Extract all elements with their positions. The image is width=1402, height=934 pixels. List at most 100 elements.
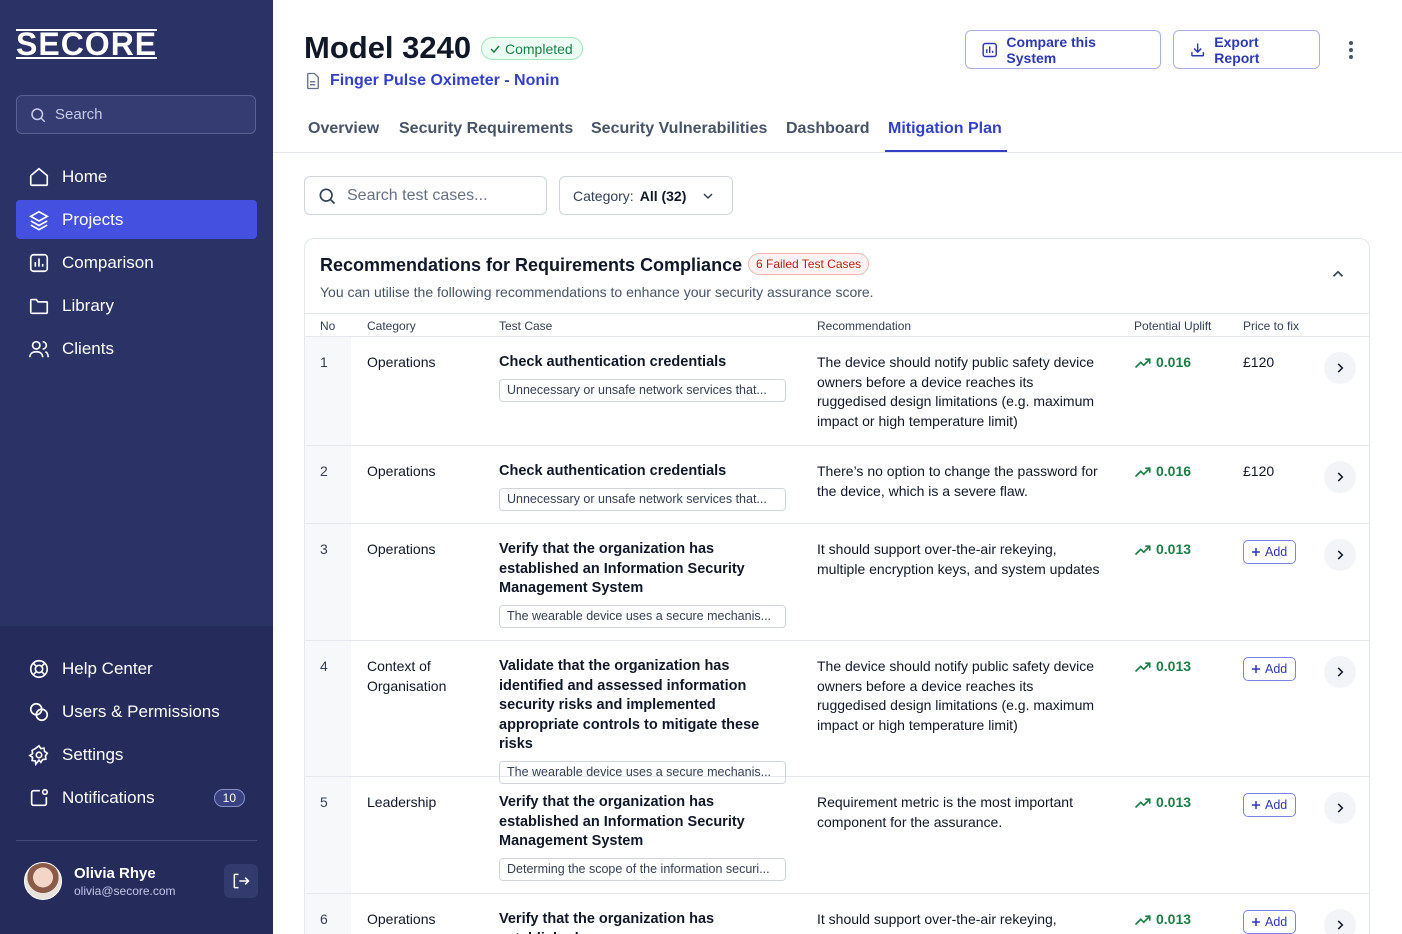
row-number: 4	[320, 658, 328, 674]
table-row[interactable]: 1 Operations Check authentication credenti…	[305, 337, 1369, 446]
table-row[interactable]: 2 Operations Check authentication credenti…	[305, 446, 1369, 524]
row-details-button[interactable]	[1324, 909, 1356, 934]
tab-overview[interactable]: Overview	[308, 120, 379, 150]
add-label: Add	[1265, 915, 1288, 929]
potential-uplift: 0.016	[1134, 462, 1191, 482]
row-details-button[interactable]	[1324, 792, 1356, 824]
layers-icon	[29, 210, 49, 231]
check-icon	[490, 45, 500, 53]
nav-item-help-center[interactable]: Help Center	[16, 649, 257, 688]
nav-label: Users & Permissions	[62, 701, 220, 721]
test-case-title: Verify that the organization has establi…	[499, 541, 745, 596]
potential-uplift: 0.013	[1134, 793, 1191, 813]
nav-label: Home	[62, 166, 108, 186]
secondary-nav: Help Center Users & Permissions Settings…	[16, 649, 257, 821]
add-price-button[interactable]: Add	[1243, 540, 1297, 564]
failed-count-badge: 6 Failed Test Cases	[748, 253, 870, 275]
test-case-search-input[interactable]: Search test cases...	[304, 176, 547, 215]
add-price-button[interactable]: Add	[1243, 910, 1297, 934]
notification-count-badge: 10	[213, 788, 245, 807]
chevron-down-icon	[703, 192, 713, 199]
logout-button[interactable]	[224, 864, 258, 898]
uplift-value: 0.013	[1156, 911, 1192, 927]
row-details-button[interactable]	[1324, 352, 1356, 384]
nav-item-home[interactable]: Home	[16, 157, 257, 196]
recommendation-text: It should support over-the-air rekeying,	[817, 911, 1057, 927]
test-case-cell: Check authentication credentials Unnecess…	[499, 353, 789, 402]
nav-item-comparison[interactable]: Comparison	[16, 243, 257, 282]
tab-dashboard[interactable]: Dashboard	[786, 120, 870, 150]
number-column-bg	[305, 446, 351, 523]
nav-label: Comparison	[62, 252, 154, 272]
avatar[interactable]	[24, 862, 62, 900]
nav-item-library[interactable]: Library	[16, 286, 257, 325]
add-price-button[interactable]: Add	[1243, 793, 1297, 817]
row-number: 6	[320, 911, 328, 927]
number-column-bg	[305, 337, 351, 445]
status-label: Completed	[505, 40, 573, 57]
row-details-button[interactable]	[1324, 656, 1356, 688]
category-select[interactable]: Category: All (32)	[559, 176, 733, 215]
user-name: Olivia Rhye	[74, 864, 156, 882]
trend-up-icon	[1134, 545, 1151, 555]
row-details-button[interactable]	[1324, 539, 1356, 571]
tab-mitigation-plan[interactable]: Mitigation Plan	[885, 120, 1007, 152]
test-case-tag: The wearable device uses a secure mechan…	[499, 604, 786, 628]
number-column-bg	[305, 894, 351, 934]
nav-item-settings[interactable]: Settings	[16, 735, 257, 774]
chevron-right-icon	[1337, 363, 1344, 373]
row-number: 3	[320, 541, 328, 557]
test-case-cell: Verify that the organization has establi…	[499, 910, 789, 934]
recommendation-text: The device should notify public safety d…	[817, 354, 1095, 429]
chevron-right-icon	[1337, 472, 1344, 482]
export-report-button[interactable]: Export Report	[1173, 30, 1320, 69]
trend-up-icon	[1134, 915, 1151, 925]
tab-security-requirements[interactable]: Security Requirements	[399, 120, 573, 150]
add-price-button[interactable]: Add	[1243, 657, 1297, 681]
home-icon	[29, 167, 49, 186]
uplift-value: 0.013	[1156, 541, 1192, 557]
test-case-title: Check authentication credentials	[499, 354, 727, 370]
nav-item-projects[interactable]: Projects	[16, 200, 257, 239]
recommendation-text: It should support over-the-air rekeying,…	[817, 541, 1100, 577]
logout-icon	[233, 873, 250, 889]
row-category: Operations	[367, 463, 436, 479]
nav-item-notifications[interactable]: Notifications 10	[16, 778, 257, 817]
compare-label: Compare this System	[1006, 33, 1096, 66]
logo: SECORE	[16, 26, 158, 62]
test-case-cell: Check authentication credentials Unnecess…	[499, 462, 789, 511]
tab-security-vulnerabilities[interactable]: Security Vulnerabilities	[591, 120, 767, 150]
table-row[interactable]: 6 Operations Verify that the organization …	[305, 894, 1369, 934]
card-title: Recommendations for Requirements Complia…	[320, 255, 743, 275]
trend-up-icon	[1134, 467, 1151, 477]
chevron-up-icon[interactable]	[1329, 265, 1347, 283]
chevron-right-icon	[1337, 920, 1344, 930]
more-options-icon[interactable]	[1341, 38, 1361, 62]
user-email: olivia@secore.com	[74, 883, 176, 898]
chevron-right-icon	[1337, 550, 1344, 560]
potential-uplift: 0.013	[1134, 540, 1191, 560]
nav-item-clients[interactable]: Clients	[16, 329, 257, 368]
category-label: Category:	[573, 187, 634, 204]
table-row[interactable]: 3 Operations Verify that the organization …	[305, 524, 1369, 641]
sidebar-search-input[interactable]: Search	[16, 95, 256, 134]
primary-nav: Home Projects Comparison Library Clients	[16, 157, 257, 372]
plus-icon	[1252, 665, 1260, 673]
uplift-value: 0.013	[1156, 794, 1192, 810]
compare-system-button[interactable]: Compare this System	[965, 30, 1161, 69]
row-category: Operations	[367, 541, 436, 557]
tab-bar: Overview Security Requirements Security …	[273, 110, 1402, 153]
nav-item-users-permissions[interactable]: Users & Permissions	[16, 692, 257, 731]
table-row[interactable]: 4 Context of Organisation Validate that th…	[305, 641, 1369, 784]
trend-up-icon	[1134, 662, 1151, 672]
device-subtitle[interactable]: Finger Pulse Oximeter - Nonin	[304, 72, 559, 90]
potential-uplift: 0.013	[1134, 657, 1191, 677]
table-row[interactable]: 5 Leadership Verify that the organization …	[305, 777, 1369, 894]
uplift-value: 0.016	[1156, 463, 1192, 479]
row-details-button[interactable]	[1324, 461, 1356, 493]
search-icon	[31, 107, 46, 122]
row-category: Operations	[367, 354, 436, 370]
add-label: Add	[1265, 798, 1288, 812]
export-label: Export Report	[1214, 33, 1260, 66]
column-header: Potential Uplift	[1134, 319, 1212, 333]
